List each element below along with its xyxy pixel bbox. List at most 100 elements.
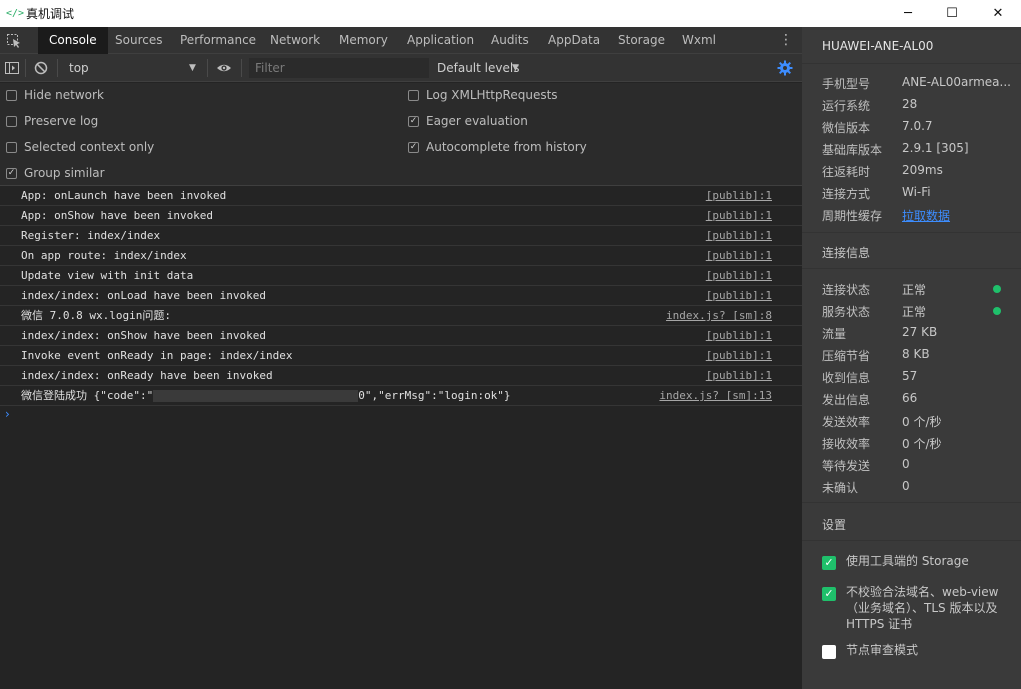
close-button[interactable]: ✕ [975, 0, 1021, 27]
message-text: On app route: index/index [21, 249, 187, 262]
selected-context-label: Selected context only [24, 140, 155, 154]
info-key: 往返耗时 [822, 165, 871, 179]
tab-appdata[interactable]: AppData [537, 27, 611, 54]
tab-audits[interactable]: Audits [480, 27, 540, 54]
group-similar-option[interactable]: ✓ Group similar [6, 165, 105, 181]
message-text: Update view with init data [21, 269, 194, 282]
tab-network[interactable]: Network [259, 27, 331, 54]
unchecked-checkbox[interactable] [822, 645, 836, 659]
connection-value: 正常 [902, 283, 927, 297]
console-message: index/index: onReady have been invoked [p… [0, 366, 802, 386]
source-link[interactable]: [publib]:1 [706, 206, 772, 226]
pull-data-link[interactable]: 拉取数据 [902, 207, 950, 224]
clear-console-icon[interactable] [33, 60, 49, 76]
checkbox[interactable]: ✓ [6, 167, 17, 179]
inspect-element-icon[interactable] [6, 33, 22, 49]
selected-context-option[interactable]: Selected context only [6, 139, 154, 155]
window-title: 真机调试 [26, 7, 75, 21]
source-link[interactable]: [publib]:1 [706, 326, 772, 346]
log-levels-dropdown[interactable]: Default levels [437, 54, 519, 82]
preserve-log-option[interactable]: Preserve log [6, 113, 98, 129]
chevron-down-icon[interactable]: ▼ [512, 54, 519, 82]
source-link[interactable]: [publib]:1 [706, 286, 772, 306]
console-message: Update view with init data [publib]:1 [0, 266, 802, 286]
more-options-icon[interactable]: ⋮ [779, 32, 793, 48]
code-icon: </> [6, 8, 25, 19]
message-text-end: 0","errMsg":"login:ok"} [358, 389, 511, 402]
source-link[interactable]: [publib]:1 [706, 186, 772, 206]
sidebar-toggle-icon[interactable] [4, 60, 20, 76]
tab-memory[interactable]: Memory [328, 27, 399, 54]
connection-key: 收到信息 [822, 371, 871, 385]
devtools-panel: Console Sources Performance Network Memory Ap… [0, 27, 802, 689]
console-prompt-icon[interactable]: › [5, 407, 10, 421]
tab-sources[interactable]: Sources [104, 27, 173, 54]
source-link[interactable]: [publib]:1 [706, 226, 772, 246]
connection-key: 流量 [822, 327, 847, 341]
toolbar-divider [207, 59, 208, 77]
source-link[interactable]: index.js? [sm]:8 [666, 306, 772, 326]
checked-checkbox-icon[interactable]: ✓ [822, 587, 836, 601]
checkbox[interactable]: ✓ [408, 115, 419, 127]
info-value: ANE-AL00armea... [902, 75, 1011, 89]
maximize-button[interactable]: ☐ [929, 0, 975, 27]
console-message: App: onLaunch have been invoked [publib]:… [0, 186, 802, 206]
connection-value: 66 [902, 391, 918, 405]
source-link[interactable]: [publib]:1 [706, 246, 772, 266]
connection-key: 接收效率 [822, 437, 871, 451]
divider [802, 232, 1021, 233]
source-link[interactable]: [publib]:1 [706, 366, 772, 386]
checkbox[interactable]: ✓ [408, 141, 419, 153]
checkbox[interactable] [408, 89, 419, 101]
chevron-down-icon[interactable]: ▼ [189, 54, 196, 82]
minimize-button[interactable]: ─ [885, 0, 931, 27]
divider [802, 63, 1021, 64]
panel-setting[interactable]: ✓ 不校验合法域名、web-view（业务域名）、TLS 版本以及 HTTPS 证… [822, 585, 1012, 635]
checkbox[interactable] [6, 141, 17, 153]
message-text: App: onLaunch have been invoked [21, 189, 227, 202]
tab-application[interactable]: Application [396, 27, 485, 54]
info-value: 209ms [902, 163, 943, 177]
log-xhr-option[interactable]: Log XMLHttpRequests [408, 87, 558, 103]
eager-evaluation-option[interactable]: ✓ Eager evaluation [408, 113, 528, 129]
filter-input[interactable] [249, 58, 429, 78]
status-dot-icon [993, 307, 1001, 315]
hide-network-option[interactable]: Hide network [6, 87, 104, 103]
tab-storage[interactable]: Storage [607, 27, 676, 54]
connection-value: 正常 [902, 305, 927, 319]
connection-key: 发出信息 [822, 393, 871, 407]
eye-icon[interactable] [216, 60, 232, 76]
autocomplete-option[interactable]: ✓ Autocomplete from history [408, 139, 587, 155]
panel-setting[interactable]: 节点审查模式 [822, 643, 1012, 661]
source-link[interactable]: index.js? [sm]:13 [659, 386, 772, 406]
preserve-log-label: Preserve log [24, 114, 99, 128]
info-key: 运行系统 [822, 99, 871, 113]
checked-checkbox-icon[interactable]: ✓ [822, 556, 836, 570]
checkbox[interactable] [6, 115, 17, 127]
divider [802, 268, 1021, 269]
eager-evaluation-label: Eager evaluation [426, 114, 528, 128]
connection-value: 57 [902, 369, 918, 383]
console-message: index/index: onLoad have been invoked [pu… [0, 286, 802, 306]
gear-icon[interactable] [777, 60, 793, 76]
title-bar: </> 真机调试 ─ ☐ ✕ [0, 0, 1021, 27]
info-key: 微信版本 [822, 121, 871, 135]
panel-setting-label: 不校验合法域名、web-view（业务域名）、TLS 版本以及 HTTPS 证书 [846, 585, 999, 631]
source-link[interactable]: [publib]:1 [706, 346, 772, 366]
settings-section-title: 设置 [822, 518, 847, 532]
panel-setting-label: 节点审查模式 [846, 643, 919, 657]
tab-performance[interactable]: Performance [169, 27, 267, 54]
redacted-block [153, 390, 359, 402]
checkbox[interactable] [6, 89, 17, 101]
info-value: 7.0.7 [902, 119, 933, 133]
console-message: App: onShow have been invoked [publib]:1 [0, 206, 802, 226]
console-message: 微信登陆成功 {"code":" 0","errMsg":"login:ok"} … [0, 386, 802, 406]
panel-setting[interactable]: ✓ 使用工具端的 Storage [822, 554, 1012, 572]
tab-wxml[interactable]: Wxml [671, 27, 727, 54]
toolbar-divider [241, 59, 242, 77]
connection-value: 27 KB [902, 325, 938, 339]
device-name: HUAWEI-ANE-AL00 [822, 39, 934, 53]
context-selector[interactable]: top [69, 54, 89, 82]
source-link[interactable]: [publib]:1 [706, 266, 772, 286]
tab-console[interactable]: Console [38, 27, 108, 54]
